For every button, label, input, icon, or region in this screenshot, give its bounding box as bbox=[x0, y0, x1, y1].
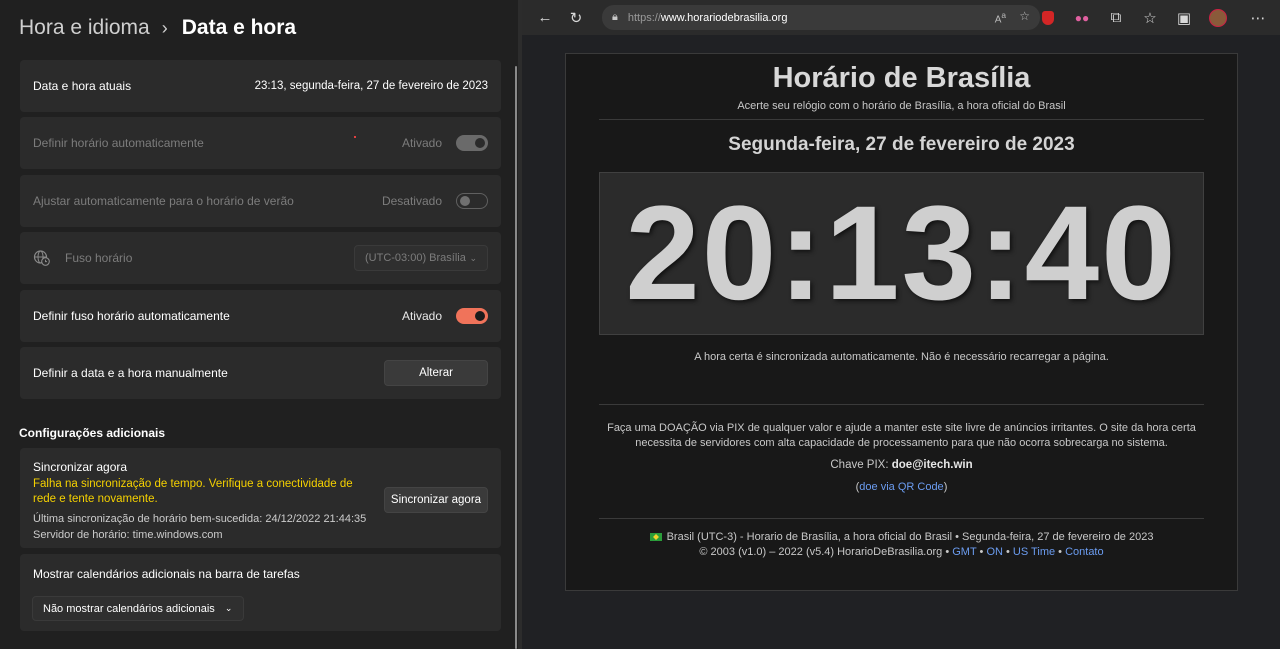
dst-status: Desativado bbox=[381, 194, 442, 208]
change-button[interactable]: Alterar bbox=[384, 360, 488, 386]
timezone-label: Fuso horário bbox=[65, 251, 133, 265]
sync-now-button[interactable]: Sincronizar agora bbox=[384, 487, 488, 513]
current-datetime-value: 23:13, segunda-feira, 27 de fevereiro de… bbox=[254, 80, 488, 92]
url-prefix: https:// bbox=[627, 11, 661, 24]
timezone-value: (UTC-03:00) Brasília bbox=[365, 252, 466, 264]
site-panel: Horário de Brasília Acerte seu relógio c… bbox=[565, 53, 1238, 591]
divider bbox=[599, 404, 1204, 405]
current-date: Segunda-feira, 27 de fevereiro de 2023 bbox=[728, 134, 1075, 155]
footer-copyright: © 2003 (v1.0) – 2022 (v5.4) HorarioDeBra… bbox=[699, 546, 950, 558]
browser-toolbar: ← ↻ 🔒︎ https:// www.horariodebrasilia.or… bbox=[522, 0, 1280, 35]
pix-label: Chave PIX: bbox=[830, 459, 889, 471]
dst-toggle[interactable] bbox=[456, 193, 488, 209]
page-title: Data e hora bbox=[181, 16, 297, 39]
brazil-flag-icon bbox=[649, 533, 662, 541]
qr-code-link[interactable]: doe via QR Code bbox=[859, 481, 943, 493]
more-menu-icon[interactable]: ⋯ bbox=[1244, 4, 1272, 32]
timezone-dropdown[interactable]: (UTC-03:00) Brasília ⌄ bbox=[354, 245, 488, 271]
auto-timezone-label: Definir fuso horário automaticamente bbox=[33, 309, 230, 323]
lock-icon[interactable]: 🔒︎ bbox=[612, 11, 618, 24]
auto-time-card: Definir horário automaticamente Ativado bbox=[20, 117, 501, 169]
settings-window: Hora e idioma › Data e hora Data e hora … bbox=[0, 0, 518, 649]
additional-settings-title: Configurações adicionais bbox=[19, 426, 166, 440]
sync-note: A hora certa é sincronizada automaticame… bbox=[694, 351, 1109, 363]
calendars-card: Mostrar calendários adicionais na barra … bbox=[20, 554, 501, 631]
globe-clock-icon bbox=[33, 250, 50, 266]
collections-icon[interactable]: ▣ bbox=[1170, 4, 1198, 32]
footer-link-on[interactable]: ON bbox=[986, 546, 1003, 558]
browser-window: ← ↻ 🔒︎ https:// www.horariodebrasilia.or… bbox=[522, 0, 1280, 649]
auto-timezone-card: Definir fuso horário automaticamente Ati… bbox=[20, 290, 501, 342]
back-arrow-icon[interactable]: ← bbox=[531, 4, 559, 32]
url-host: www.horariodebrasilia.org bbox=[660, 11, 788, 24]
manual-datetime-label: Definir a data e a hora manualmente bbox=[33, 366, 228, 380]
footer-link-contact[interactable]: Contato bbox=[1065, 546, 1104, 558]
chevron-down-icon: ⌄ bbox=[469, 252, 477, 263]
extensions-puzzle-icon[interactable]: ⧉ bbox=[1102, 4, 1130, 32]
dst-label: Ajustar automaticamente para o horário d… bbox=[33, 194, 294, 208]
site-subtitle: Acerte seu relógio com o horário de Bras… bbox=[737, 100, 1066, 112]
web-page: Horário de Brasília Acerte seu relógio c… bbox=[522, 35, 1280, 649]
auto-timezone-toggle[interactable] bbox=[456, 308, 488, 324]
footer-line-2: © 2003 (v1.0) – 2022 (v5.4) HorarioDeBra… bbox=[699, 546, 1104, 558]
add-favorite-icon[interactable]: ☆ bbox=[1019, 9, 1030, 23]
cursor-dot bbox=[354, 136, 356, 138]
auto-time-toggle[interactable] bbox=[456, 135, 488, 151]
auto-time-status: Ativado bbox=[401, 136, 442, 150]
breadcrumb-parent[interactable]: Hora e idioma bbox=[19, 16, 150, 40]
scrollbar[interactable] bbox=[515, 66, 517, 649]
qr-line: (doe via QR Code) bbox=[855, 481, 948, 493]
time-server-text: Servidor de horário: time.windows.com bbox=[33, 529, 223, 541]
chevron-down-icon: ⌄ bbox=[224, 603, 233, 613]
current-datetime-card: Data e hora atuais 23:13, segunda-feira,… bbox=[20, 60, 501, 112]
sync-warning: Falha na sincronização de tempo. Verifiq… bbox=[33, 478, 353, 505]
calendars-label: Mostrar calendários adicionais na barra … bbox=[33, 567, 300, 581]
address-bar[interactable]: 🔒︎ https:// www.horariodebrasilia.org Aa… bbox=[602, 5, 1040, 30]
current-datetime-label: Data e hora atuais bbox=[33, 79, 132, 93]
breadcrumb: Hora e idioma › Data e hora bbox=[19, 16, 296, 40]
dst-card: Ajustar automaticamente para o horário d… bbox=[20, 175, 501, 227]
timezone-card: Fuso horário (UTC-03:00) Brasília ⌄ bbox=[20, 232, 501, 284]
chevron-right-icon: › bbox=[161, 17, 168, 38]
site-title: Horário de Brasília bbox=[772, 62, 1031, 94]
divider bbox=[599, 518, 1204, 519]
calendars-dropdown[interactable]: Não mostrar calendários adicionais ⌄ bbox=[32, 596, 244, 621]
footer-link-gmt[interactable]: GMT bbox=[952, 546, 976, 558]
footer-line-1-text: Brasil (UTC-3) - Horario de Brasília, a … bbox=[666, 531, 1154, 543]
read-aloud-icon[interactable]: Aa bbox=[995, 10, 1006, 25]
clock-box: 20:13:40 bbox=[599, 172, 1204, 335]
clock-display: 20:13:40 bbox=[625, 179, 1178, 328]
auto-time-label: Definir horário automaticamente bbox=[33, 136, 204, 150]
divider bbox=[599, 119, 1204, 120]
pix-key: doe@itech.win bbox=[891, 459, 973, 471]
manual-datetime-card: Definir a data e a hora manualmente Alte… bbox=[20, 347, 501, 399]
footer-line-1: Brasil (UTC-3) - Horario de Brasília, a … bbox=[566, 531, 1237, 543]
extension-glasses-icon[interactable]: ●● bbox=[1068, 4, 1096, 32]
footer-link-us-time[interactable]: US Time bbox=[1013, 546, 1055, 558]
calendars-value: Não mostrar calendários adicionais bbox=[43, 602, 215, 615]
pix-line: Chave PIX: doe@itech.win bbox=[566, 459, 1237, 471]
sync-card: Sincronizar agora Falha na sincronização… bbox=[20, 448, 501, 548]
extension-shield-icon[interactable] bbox=[1034, 4, 1062, 32]
last-sync-text: Última sincronização de horário bem-suce… bbox=[33, 513, 367, 525]
profile-avatar[interactable] bbox=[1204, 4, 1232, 32]
auto-timezone-status: Ativado bbox=[401, 309, 442, 323]
donation-text: Faça uma DOAÇÃO via PIX de qualquer valo… bbox=[607, 422, 1196, 449]
favorites-icon[interactable]: ☆ bbox=[1136, 4, 1164, 32]
sync-title: Sincronizar agora bbox=[33, 460, 128, 474]
refresh-icon[interactable]: ↻ bbox=[562, 4, 590, 32]
